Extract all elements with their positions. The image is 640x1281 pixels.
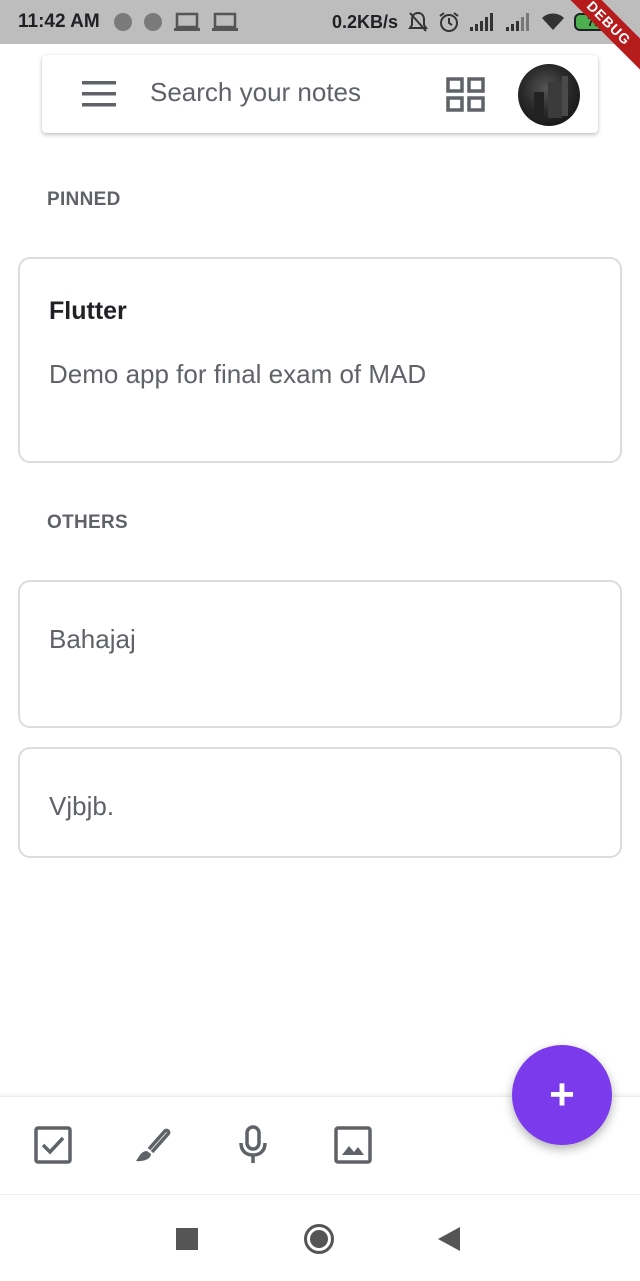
recents-icon[interactable] <box>176 1228 198 1255</box>
menu-icon[interactable] <box>82 81 116 107</box>
home-icon[interactable] <box>303 1223 335 1260</box>
status-time: 11:42 AM <box>18 11 100 32</box>
mic-icon[interactable] <box>233 1125 273 1165</box>
search-input[interactable]: Search your notes <box>150 77 361 108</box>
circle-icon <box>143 13 162 31</box>
navigation-bar <box>0 1194 640 1281</box>
profile-avatar[interactable] <box>518 64 580 126</box>
status-right-icons: 0.2KB/s 71 <box>332 0 614 44</box>
search-bar[interactable]: Search your notes <box>42 55 598 133</box>
status-left-icons <box>113 12 238 32</box>
wifi-icon <box>542 13 564 31</box>
image-icon[interactable] <box>333 1125 373 1165</box>
laptop-icon <box>173 12 200 32</box>
status-bar: 11:42 AM 0.2KB/s 71 <box>0 0 640 44</box>
mute-icon <box>408 11 428 33</box>
laptop-icon <box>211 12 238 32</box>
note-body: Bahajaj <box>49 624 136 654</box>
others-section-label: OTHERS <box>47 512 128 533</box>
grid-view-icon[interactable] <box>446 77 486 113</box>
note-title: Flutter <box>49 297 127 325</box>
note-card[interactable]: Bahajaj <box>18 580 622 728</box>
brush-icon[interactable] <box>133 1125 173 1165</box>
circle-icon <box>113 13 132 31</box>
checkbox-icon[interactable] <box>33 1125 73 1165</box>
note-body: Vjbjb. <box>49 791 115 821</box>
note-card[interactable]: Vjbjb. <box>18 747 622 858</box>
alarm-icon <box>438 11 460 33</box>
note-card-pinned[interactable]: Flutter Demo app for final exam of MAD <box>18 257 622 463</box>
signal-icon <box>470 13 496 31</box>
signal-icon <box>506 13 532 31</box>
add-note-button[interactable]: + <box>512 1045 612 1145</box>
net-speed: 0.2KB/s <box>331 11 398 32</box>
note-body: Demo app for final exam of MAD <box>49 359 427 389</box>
pinned-section-label: PINNED <box>47 189 121 210</box>
back-icon[interactable] <box>438 1227 460 1256</box>
